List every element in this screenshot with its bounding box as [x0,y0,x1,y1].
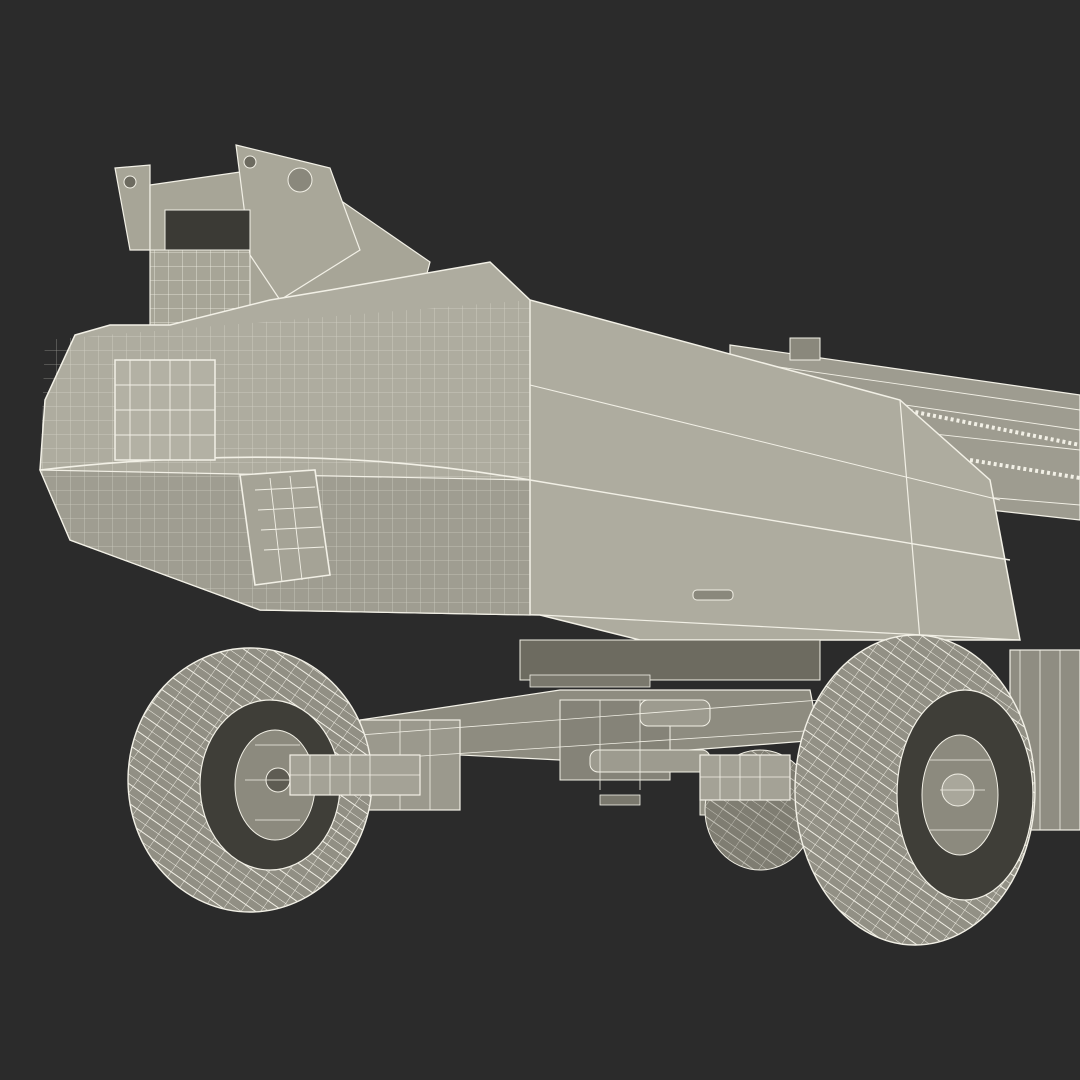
front-right-tire [794,634,1036,946]
right-steering-linkage [699,754,791,801]
wireframe-render-scene [0,0,1080,1080]
left-steering-linkage [289,754,421,796]
render-viewport [0,0,1080,1080]
